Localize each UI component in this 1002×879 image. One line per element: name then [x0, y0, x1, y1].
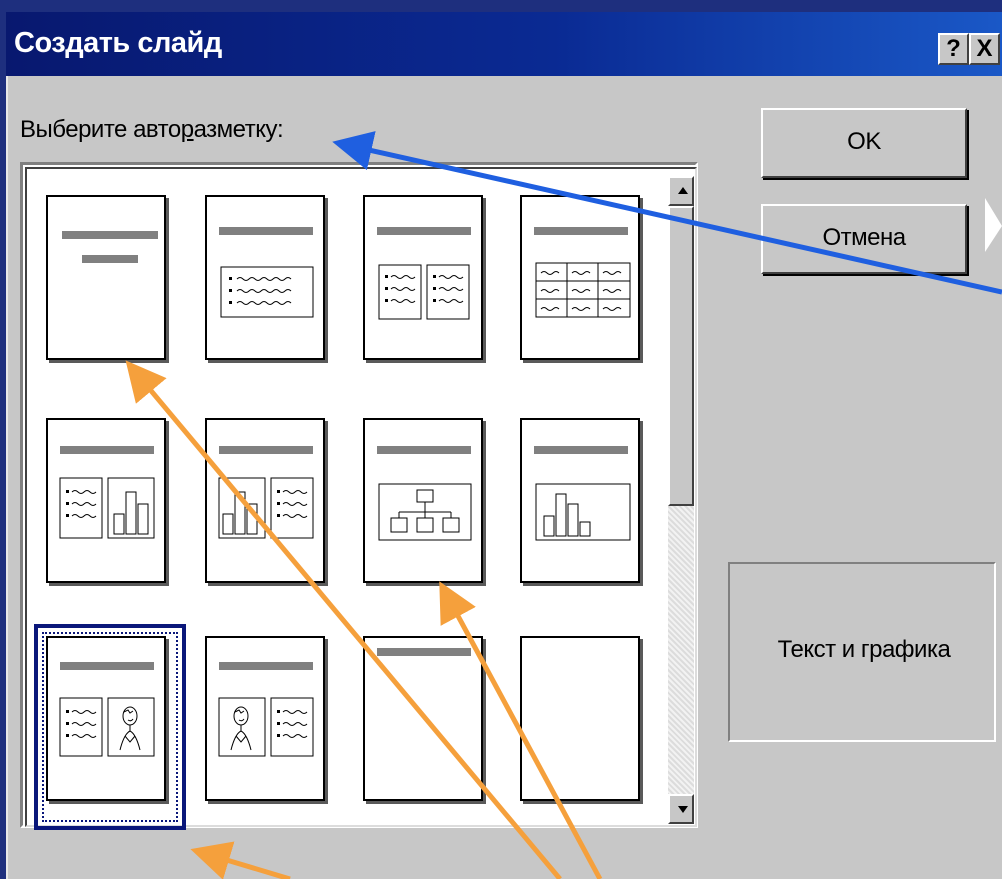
pointer-triangle: [985, 198, 1002, 252]
arrow-to-title-layout: [125, 360, 562, 879]
arrow-to-prompt-label: [332, 131, 1002, 295]
arrow-to-layout-list: [190, 841, 291, 879]
annotation-arrows: [125, 131, 1002, 879]
